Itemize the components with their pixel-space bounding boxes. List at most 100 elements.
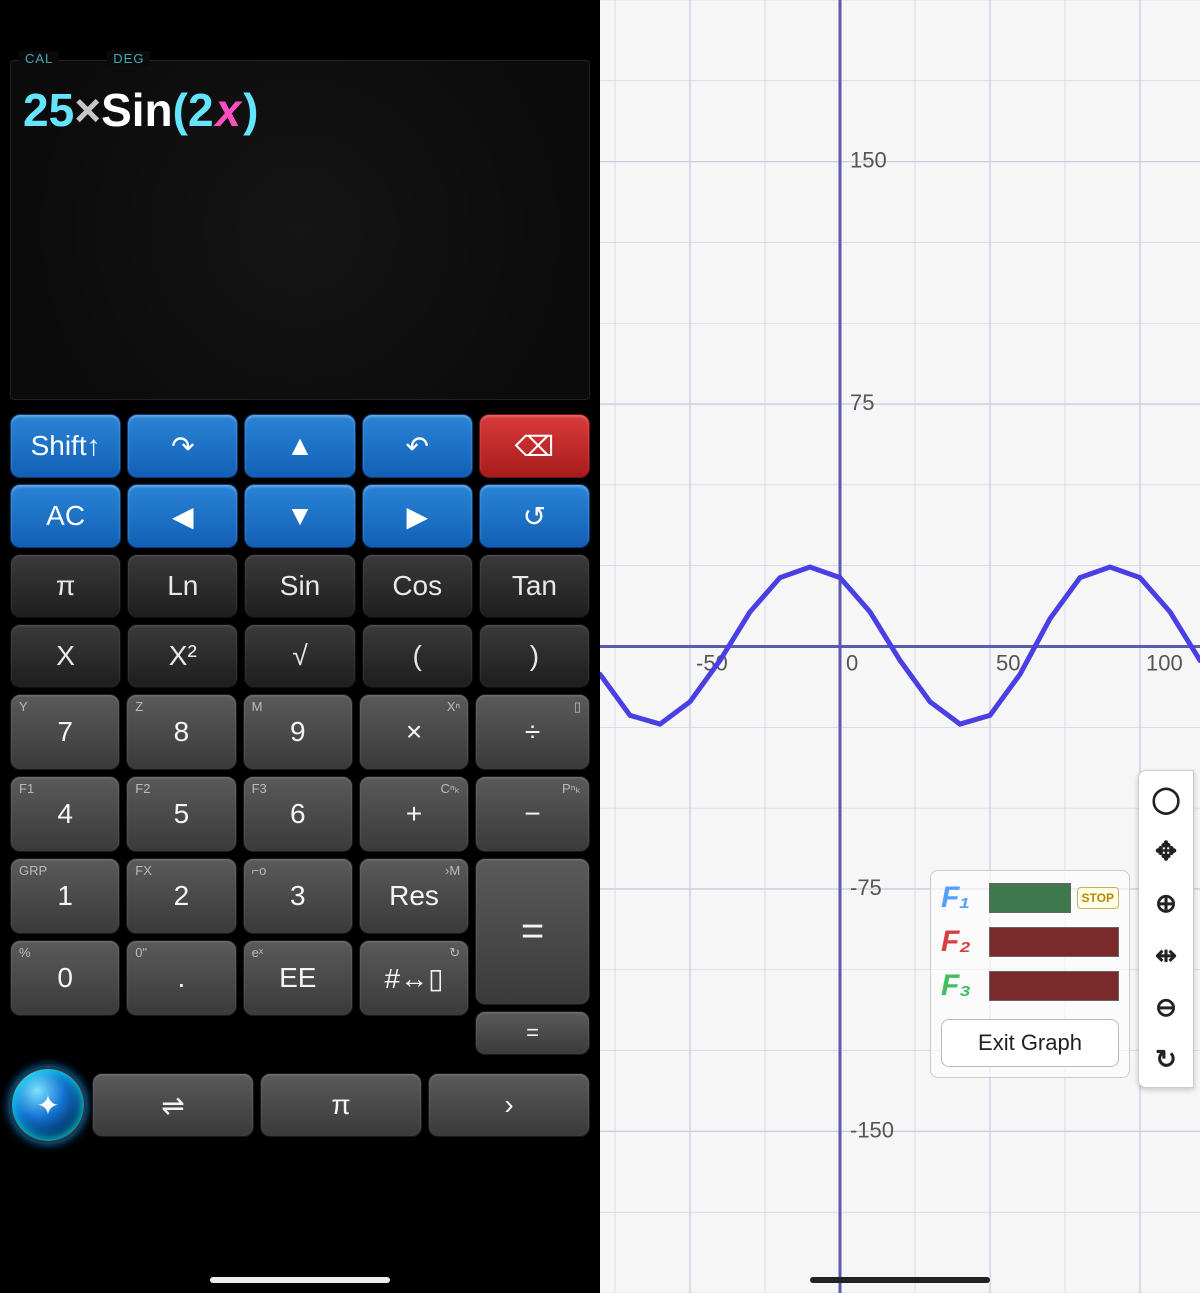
graph-pane: -50050100-150-7575150 ◯✥⊕⇹⊖↻ F₁STOPF₂F₃E…	[600, 0, 1200, 1293]
key-label: X²	[169, 640, 197, 672]
key-label: AC	[46, 500, 85, 532]
key-superscript: M	[252, 699, 263, 714]
all-clear-button[interactable]: AC	[10, 484, 121, 548]
cursor-left-button[interactable]: ◀	[127, 484, 238, 548]
digit-8-button[interactable]: Z8	[126, 694, 236, 770]
key-label: (	[413, 640, 422, 672]
key-label: ▶	[406, 500, 428, 533]
x-tick-label: 50	[996, 651, 1020, 676]
legend-row-f1[interactable]: F₁STOP	[941, 881, 1119, 915]
key-label: 1	[57, 880, 73, 912]
pi-big-button[interactable]: π	[260, 1073, 422, 1137]
shift-button[interactable]: Shift↑	[10, 414, 121, 478]
cursor-right-button[interactable]: ▶	[362, 484, 473, 548]
digit-1-button[interactable]: GRP1	[10, 858, 120, 934]
history-button[interactable]: ↺	[479, 484, 590, 548]
cos-button[interactable]: Cos	[362, 554, 473, 618]
key-label: π	[56, 570, 75, 602]
key-label: X	[56, 640, 75, 672]
key-label: 7	[57, 716, 73, 748]
key-superscript: 0"	[135, 945, 147, 960]
expression-text: 25×Sin(2x)	[11, 61, 589, 137]
key-label: Cos	[392, 570, 442, 602]
next-icon: ›	[504, 1089, 513, 1121]
key-label: EE	[279, 962, 316, 994]
pan-lock-tool-icon: ⇹	[1155, 940, 1177, 971]
digit-2-button[interactable]: FX2	[126, 858, 236, 934]
plus-button[interactable]: Cⁿₖ+	[359, 776, 469, 852]
home-indicator	[810, 1277, 990, 1283]
legend-row-f3[interactable]: F₃	[941, 969, 1119, 1003]
digit-6-button[interactable]: F36	[243, 776, 353, 852]
backspace-button[interactable]: ⌫	[479, 414, 590, 478]
legend-row-f2[interactable]: F₂	[941, 925, 1119, 959]
key-superscript: ▯	[574, 699, 581, 715]
apps-orb-button[interactable]: ✦	[10, 1067, 86, 1143]
key-label: 3	[290, 880, 306, 912]
expr-token: 2	[188, 84, 214, 136]
key-label: ◀	[172, 500, 194, 533]
key-label: Ln	[167, 570, 198, 602]
x-squared-button[interactable]: X²	[127, 624, 238, 688]
pan-lock-tool-button[interactable]: ⇹	[1150, 939, 1182, 971]
hash-swap-button[interactable]: ↻#↔▯	[359, 940, 469, 1016]
function-legend-panel: F₁STOP F₂ F₃ Exit Graph	[930, 870, 1130, 1078]
stop-button[interactable]: STOP	[1077, 887, 1119, 909]
calculator-pane: CAL DEG 25×Sin(2x) Shift↑↷▲↶⌫ AC◀▼▶↺ πLn…	[0, 0, 600, 1293]
equals-button[interactable]: =	[475, 858, 590, 1005]
y-tick-label: -75	[850, 875, 882, 900]
small-equals-button[interactable]: =	[475, 1011, 590, 1055]
digit-0-button[interactable]: %0	[10, 940, 120, 1016]
key-label: ▼	[286, 500, 314, 532]
key-superscript: %	[19, 945, 31, 960]
cursor-down-button[interactable]: ▼	[244, 484, 355, 548]
recenter-tool-button[interactable]: ✥	[1150, 835, 1182, 867]
rotate-tool-button[interactable]: ↻	[1150, 1043, 1182, 1075]
pi-button[interactable]: π	[10, 554, 121, 618]
key-label: ▲	[286, 430, 314, 462]
expr-token: x	[214, 84, 244, 136]
decimal-button[interactable]: 0".	[126, 940, 236, 1016]
key-superscript: FX	[135, 863, 152, 878]
ln-button[interactable]: Ln	[127, 554, 238, 618]
open-paren-button[interactable]: (	[362, 624, 473, 688]
zoom-out-tool-icon: ⊖	[1155, 992, 1177, 1023]
cursor-up-button[interactable]: ▲	[244, 414, 355, 478]
key-superscript: F3	[252, 781, 267, 796]
key-label: Sin	[280, 570, 320, 602]
res-button[interactable]: ›MRes	[359, 858, 469, 934]
digit-7-button[interactable]: Y7	[10, 694, 120, 770]
minus-button[interactable]: Pⁿₖ−	[475, 776, 590, 852]
x-tick-label: 100	[1146, 651, 1183, 676]
key-label: Shift↑	[31, 430, 101, 462]
undo-button[interactable]: ↶	[362, 414, 473, 478]
key-superscript: Cⁿₖ	[441, 781, 461, 797]
next-button[interactable]: ›	[428, 1073, 590, 1137]
key-label: 0	[57, 962, 73, 994]
key-label: =	[521, 909, 544, 954]
digit-9-button[interactable]: M9	[243, 694, 353, 770]
sin-button[interactable]: Sin	[244, 554, 355, 618]
ee-button[interactable]: eˣEE	[243, 940, 353, 1016]
key-superscript: ⌐o	[252, 863, 267, 878]
digit-5-button[interactable]: F25	[126, 776, 236, 852]
key-label: .	[178, 962, 186, 994]
key-label: −	[524, 798, 540, 830]
swap-button[interactable]: ⇌	[92, 1073, 254, 1137]
close-paren-button[interactable]: )	[479, 624, 590, 688]
refresh-tool-button[interactable]: ◯	[1150, 783, 1182, 815]
digit-4-button[interactable]: F14	[10, 776, 120, 852]
exit-graph-button[interactable]: Exit Graph	[941, 1019, 1119, 1067]
redo-button[interactable]: ↷	[127, 414, 238, 478]
zoom-in-tool-button[interactable]: ⊕	[1150, 887, 1182, 919]
divide-button[interactable]: ▯÷	[475, 694, 590, 770]
key-label: 4	[57, 798, 73, 830]
sqrt-button[interactable]: √	[244, 624, 355, 688]
multiply-button[interactable]: Xⁿ×	[359, 694, 469, 770]
tan-button[interactable]: Tan	[479, 554, 590, 618]
var-x-button[interactable]: X	[10, 624, 121, 688]
graph-canvas[interactable]: -50050100-150-7575150	[600, 0, 1200, 1293]
home-indicator	[210, 1277, 390, 1283]
digit-3-button[interactable]: ⌐o 3	[243, 858, 353, 934]
zoom-out-tool-button[interactable]: ⊖	[1150, 991, 1182, 1023]
